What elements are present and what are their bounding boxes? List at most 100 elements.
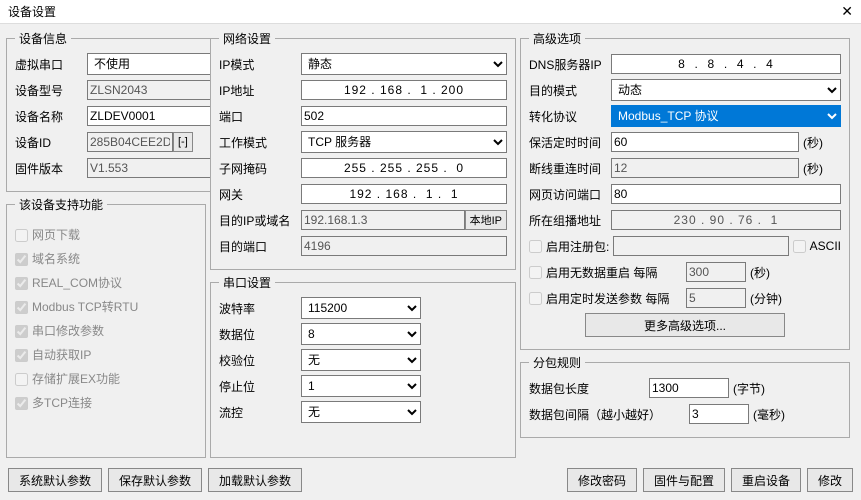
webport-label: 网页访问端口 <box>529 186 611 203</box>
loaddef-button[interactable]: 加载默认参数 <box>208 468 302 492</box>
feature-checkbox <box>15 325 28 338</box>
feature-label: 存储扩展EX功能 <box>32 372 120 386</box>
modify-button[interactable]: 修改 <box>807 468 853 492</box>
packet-legend: 分包规则 <box>529 354 585 371</box>
ascii-checkbox <box>793 240 806 253</box>
timed-checkbox <box>529 292 542 305</box>
serial-group: 串口设置 波特率115200 数据位8 校验位无 停止位1 流控无 <box>210 274 516 458</box>
feature-checkbox <box>15 301 28 314</box>
destport-label: 目的端口 <box>219 238 301 255</box>
device-info-legend: 设备信息 <box>15 30 71 47</box>
destport-field <box>301 236 507 256</box>
stopbits-label: 停止位 <box>219 378 301 395</box>
ip-field[interactable] <box>301 80 507 100</box>
advanced-legend: 高级选项 <box>529 30 585 47</box>
feature-label: 网页下载 <box>32 228 80 242</box>
mcast-label: 所在组播地址 <box>529 212 611 229</box>
pktgap-field[interactable] <box>689 404 749 424</box>
fwcfg-button[interactable]: 固件与配置 <box>643 468 725 492</box>
feature-label: 多TCP连接 <box>32 396 92 410</box>
pktlen-label: 数据包长度 <box>529 380 649 397</box>
feature-item: 多TCP连接 <box>15 394 197 411</box>
feature-item: 网页下载 <box>15 226 197 243</box>
feature-checkbox <box>15 229 28 242</box>
proto-select[interactable]: Modbus_TCP 协议 <box>611 105 841 127</box>
pktgap-label: 数据包间隔（越小越好） <box>529 406 689 423</box>
name-label: 设备名称 <box>15 108 87 125</box>
feature-item: 串口修改参数 <box>15 322 197 339</box>
reboot-button[interactable]: 重启设备 <box>731 468 801 492</box>
feature-checkbox <box>15 397 28 410</box>
baud-select[interactable]: 115200 <box>301 297 421 319</box>
id-collapse-button[interactable]: [-] <box>173 132 193 152</box>
port-label: 端口 <box>219 108 301 125</box>
databits-select[interactable]: 8 <box>301 323 421 345</box>
feature-item: REAL_COM协议 <box>15 274 197 291</box>
sec-unit: (秒) <box>803 134 841 151</box>
fw-label: 固件版本 <box>15 160 87 177</box>
feature-label: 自动获取IP <box>32 348 91 362</box>
destip-label: 目的IP或域名 <box>219 212 301 229</box>
id-label: 设备ID <box>15 134 87 151</box>
id-field <box>87 132 173 152</box>
destip-field <box>301 210 465 230</box>
destmode-select[interactable]: 动态 <box>611 79 841 101</box>
savedef-button[interactable]: 保存默认参数 <box>108 468 202 492</box>
timed-field <box>686 288 746 308</box>
nodata-label: 启用无数据重启 每隔 <box>546 264 686 281</box>
feature-item: 自动获取IP <box>15 346 197 363</box>
reconnect-label: 断线重连时间 <box>529 160 611 177</box>
parity-select[interactable]: 无 <box>301 349 421 371</box>
feature-checkbox <box>15 373 28 386</box>
proto-label: 转化协议 <box>529 108 611 125</box>
chpwd-button[interactable]: 修改密码 <box>567 468 637 492</box>
feature-checkbox <box>15 277 28 290</box>
dns-field[interactable] <box>611 54 841 74</box>
sec-unit3: (秒) <box>750 264 788 281</box>
mask-label: 子网掩码 <box>219 160 301 177</box>
localip-button[interactable]: 本地IP <box>465 210 507 230</box>
feature-label: REAL_COM协议 <box>32 276 122 290</box>
serial-legend: 串口设置 <box>219 274 275 291</box>
nodata-field <box>686 262 746 282</box>
byte-unit: (字节) <box>733 380 771 397</box>
keepalive-label: 保活定时时间 <box>529 134 611 151</box>
network-group: 网络设置 IP模式静态 IP地址 端口 工作模式TCP 服务器 子网掩码 网关 … <box>210 30 516 270</box>
reconnect-field <box>611 158 799 178</box>
dns-label: DNS服务器IP <box>529 56 611 73</box>
ipmode-select[interactable]: 静态 <box>301 53 507 75</box>
mask-field[interactable] <box>301 158 507 178</box>
flow-select[interactable]: 无 <box>301 401 421 423</box>
pktlen-field[interactable] <box>649 378 729 398</box>
feature-item: 域名系统 <box>15 250 197 267</box>
features-legend: 该设备支持功能 <box>15 196 107 213</box>
packet-group: 分包规则 数据包长度 (字节) 数据包间隔（越小越好） (毫秒) <box>520 354 850 438</box>
stopbits-select[interactable]: 1 <box>301 375 421 397</box>
ascii-label: ASCII <box>810 239 841 253</box>
flow-label: 流控 <box>219 404 301 421</box>
workmode-select[interactable]: TCP 服务器 <box>301 131 507 153</box>
feature-label: Modbus TCP转RTU <box>32 300 138 314</box>
features-group: 该设备支持功能 网页下载域名系统 REAL_COM协议 Modbus TCP转RTU… <box>6 196 206 458</box>
port-field[interactable] <box>301 106 507 126</box>
regpkt-checkbox <box>529 240 542 253</box>
close-icon[interactable]: ✕ <box>841 3 853 20</box>
regpkt-field <box>613 236 788 256</box>
model-label: 设备型号 <box>15 82 87 99</box>
gw-field[interactable] <box>301 184 507 204</box>
gw-label: 网关 <box>219 186 301 203</box>
feature-label: 串口修改参数 <box>32 324 104 338</box>
keepalive-field[interactable] <box>611 132 799 152</box>
feature-checkbox <box>15 349 28 362</box>
mcast-field <box>611 210 841 230</box>
ms-unit: (毫秒) <box>753 406 791 423</box>
network-legend: 网络设置 <box>219 30 275 47</box>
baud-label: 波特率 <box>219 300 301 317</box>
more-advanced-button[interactable]: 更多高级选项... <box>585 313 785 337</box>
sec-unit2: (秒) <box>803 160 841 177</box>
webport-field[interactable] <box>611 184 841 204</box>
sysdef-button[interactable]: 系统默认参数 <box>8 468 102 492</box>
feature-label: 域名系统 <box>32 252 80 266</box>
vcom-label: 虚拟串口 <box>15 56 87 73</box>
parity-label: 校验位 <box>219 352 301 369</box>
